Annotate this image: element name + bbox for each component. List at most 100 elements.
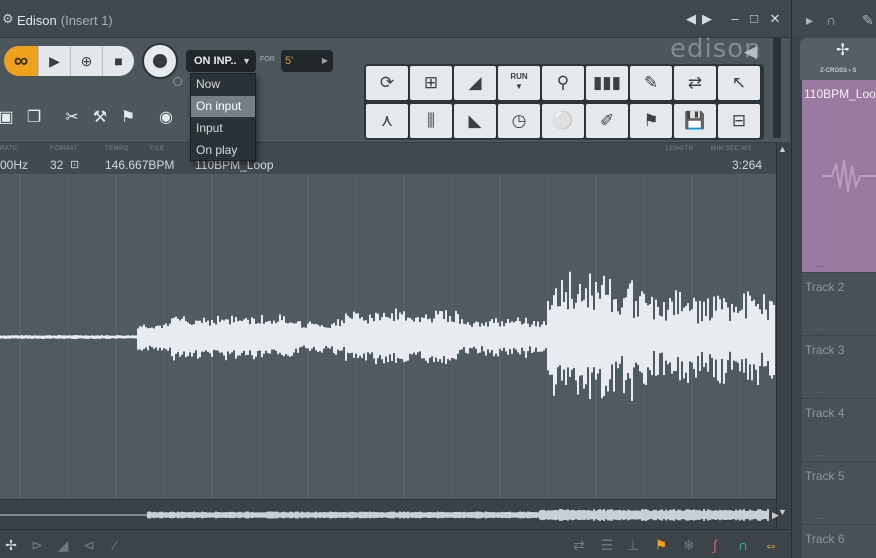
length-label: LENGTH [666, 146, 694, 152]
scroll-up-icon[interactable]: ▲ [778, 144, 787, 154]
paste-icon[interactable]: ❐ [24, 107, 44, 129]
zoom-out-icon[interactable]: ◢ [54, 536, 72, 554]
cut-icon[interactable]: ✂ [62, 107, 82, 129]
marker-tool-icon[interactable]: ✎ [630, 66, 672, 100]
drag-tool-icon[interactable]: ↖ [718, 66, 760, 100]
zoom-fit-icon[interactable]: ✢ [2, 536, 20, 554]
waveform-view[interactable] [0, 174, 776, 499]
minimize-button[interactable]: – [727, 10, 743, 28]
maximize-button[interactable]: □ [746, 10, 762, 28]
swap-icon[interactable]: ⇔ [762, 536, 780, 554]
stop-button[interactable]: ■ [102, 46, 134, 76]
magnet-icon[interactable]: ∩ [826, 12, 836, 28]
plugin-icon[interactable]: ⚙ [2, 12, 14, 26]
dropdown-option-on-play[interactable]: On play [191, 140, 255, 161]
record-duration-select[interactable]: 5' ▶ [281, 50, 333, 72]
tempo-label: TEMPO [105, 146, 129, 152]
record-trigger-select[interactable]: ON INP.. ▼ [186, 50, 256, 72]
feather-tool-icon[interactable]: ✐ [586, 104, 628, 138]
track-row[interactable]: Track 3 ... [802, 335, 876, 398]
track-label: Track 5 [805, 469, 845, 483]
record-dot-icon [153, 54, 167, 68]
track-label: Track 3 [805, 343, 845, 357]
record-duration-value: 5' [285, 55, 294, 67]
save-icon[interactable]: ▣ [0, 107, 16, 129]
record-mode-indicator[interactable] [173, 77, 182, 86]
prev-preset-icon[interactable]: ◀ [683, 10, 699, 28]
dropdown-option-on-input[interactable]: On input [191, 96, 255, 117]
playlist-tab-label: Z-CROSS • S [820, 68, 857, 74]
clip-waveform [822, 159, 876, 193]
playlist-panel: ▸ ∩ ✎ ✢ Z-CROSS • S 110BPM_Loo ... Track… [791, 0, 876, 558]
scroll-down-icon[interactable]: ▼ [778, 507, 787, 517]
marker-icon[interactable]: ⚑ [118, 107, 138, 129]
track-dots: ... [816, 385, 825, 396]
zoom-range-icon[interactable]: ⊲ [80, 536, 98, 554]
window-title-text: Edison [17, 13, 57, 28]
track-row[interactable]: Track 5 ... [802, 461, 876, 524]
play-button[interactable]: ▶ [38, 46, 70, 76]
arrow-right-icon[interactable]: ▸ [806, 12, 813, 29]
timer-tool-icon[interactable]: ◷ [498, 104, 540, 138]
shuffle-icon[interactable]: ⇄ [570, 536, 588, 554]
magnet-icon[interactable]: ∩ [734, 536, 752, 554]
view-eye-icon[interactable]: ◉ [156, 107, 176, 129]
drop-tool-icon[interactable]: ⚪ [542, 104, 584, 138]
speaker-icon[interactable]: ◀ [744, 42, 757, 62]
track-row[interactable]: Track 6 [802, 524, 876, 558]
samplerate-value: 00Hz [0, 158, 29, 172]
run-script-tool[interactable]: RUN ▼ [498, 66, 540, 100]
spectrum-tool-icon[interactable]: ▮▮▮ [586, 66, 628, 100]
side-scrollbar[interactable] [773, 38, 781, 138]
record-button[interactable] [142, 43, 178, 79]
normalize-tool-icon[interactable]: ⊞ [410, 66, 452, 100]
trim-tool-icon[interactable]: ⫼ [410, 104, 452, 138]
chevron-down-icon: ▼ [242, 56, 251, 66]
window-title: Edison (Insert 1) [17, 13, 113, 28]
audio-clip[interactable]: 110BPM_Loo ... [802, 80, 876, 272]
edison-window: ⚙ Edison (Insert 1) ◀ ▶ – □ ✕ ∞ ▶ ⊕ ■ ON … [0, 0, 790, 558]
wrench-icon[interactable]: ⚒ [90, 107, 110, 129]
close-button[interactable]: ✕ [767, 10, 783, 28]
rocket-tool-icon[interactable]: ⚲ [542, 66, 584, 100]
length-unit-label: MIN:SEC:MS [711, 146, 752, 152]
flag-tool-icon[interactable]: ⚑ [630, 104, 672, 138]
zoom-in-icon[interactable]: ⊳ [28, 536, 46, 554]
track-row[interactable]: Track 4 ... [802, 398, 876, 461]
dropdown-option-input[interactable]: Input [191, 118, 255, 139]
fade-in-tool-icon[interactable]: ◢ [454, 66, 496, 100]
dropdown-option-now[interactable]: Now [191, 74, 255, 95]
pen-icon[interactable]: ⁄ [106, 536, 124, 554]
tool-grid: ⟳ ⊞ ◢ RUN ▼ ⚲ ▮▮▮ ✎ ⇄ ↖ ⋏ ⫼ ◣ ◷ ⚪ ✐ ⚑ 💾 ⊟ [364, 64, 764, 140]
zcross-icon: ✢ [836, 42, 850, 59]
track-label: Track 4 [805, 406, 845, 420]
playlist-tab[interactable]: ✢ Z-CROSS • S [800, 38, 876, 80]
marker-pin-icon[interactable]: ⚑ [652, 536, 670, 554]
for-label: FOR [260, 56, 275, 63]
list-icon[interactable]: ☰ [598, 536, 616, 554]
info-row: RATE 00Hz FORMAT 32 ⊡ TEMPO 146.667BPM F… [0, 142, 776, 174]
clip-dots: ... [816, 259, 825, 270]
tempo-value[interactable]: 146.667BPM [105, 158, 174, 172]
fade-out-tool-icon[interactable]: ◣ [454, 104, 496, 138]
track-row[interactable]: Track 2 ... [802, 272, 876, 335]
split-icon[interactable]: ⊥ [624, 536, 642, 554]
vertical-scrollbar[interactable]: ▲ ▼ [776, 142, 790, 529]
fit-tool-icon[interactable]: ⊟ [718, 104, 760, 138]
loop-button[interactable]: ∞ [4, 46, 38, 76]
snap-button[interactable]: ⊕ [70, 46, 102, 76]
scroll-right-icon[interactable]: ▶ [772, 510, 779, 521]
track-label: Track 2 [805, 280, 845, 294]
loop-tool-icon[interactable]: ⇄ [674, 66, 716, 100]
snowflake-icon[interactable]: ❄ [680, 536, 698, 554]
stretch-tool-icon[interactable]: ⋏ [366, 104, 408, 138]
pencil-icon[interactable]: ✎ [862, 12, 874, 29]
curve-icon[interactable]: ∫ [706, 536, 724, 554]
undo-tool-icon[interactable]: ⟳ [366, 66, 408, 100]
track-dots: ... [816, 511, 825, 522]
playlist-toolbar: ▸ ∩ ✎ [792, 0, 876, 38]
save-tool-icon[interactable]: 💾 [674, 104, 716, 138]
next-preset-icon[interactable]: ▶ [699, 10, 715, 28]
format-label: FORMAT [50, 146, 78, 152]
waveform-overview[interactable]: ▶ [0, 499, 779, 529]
